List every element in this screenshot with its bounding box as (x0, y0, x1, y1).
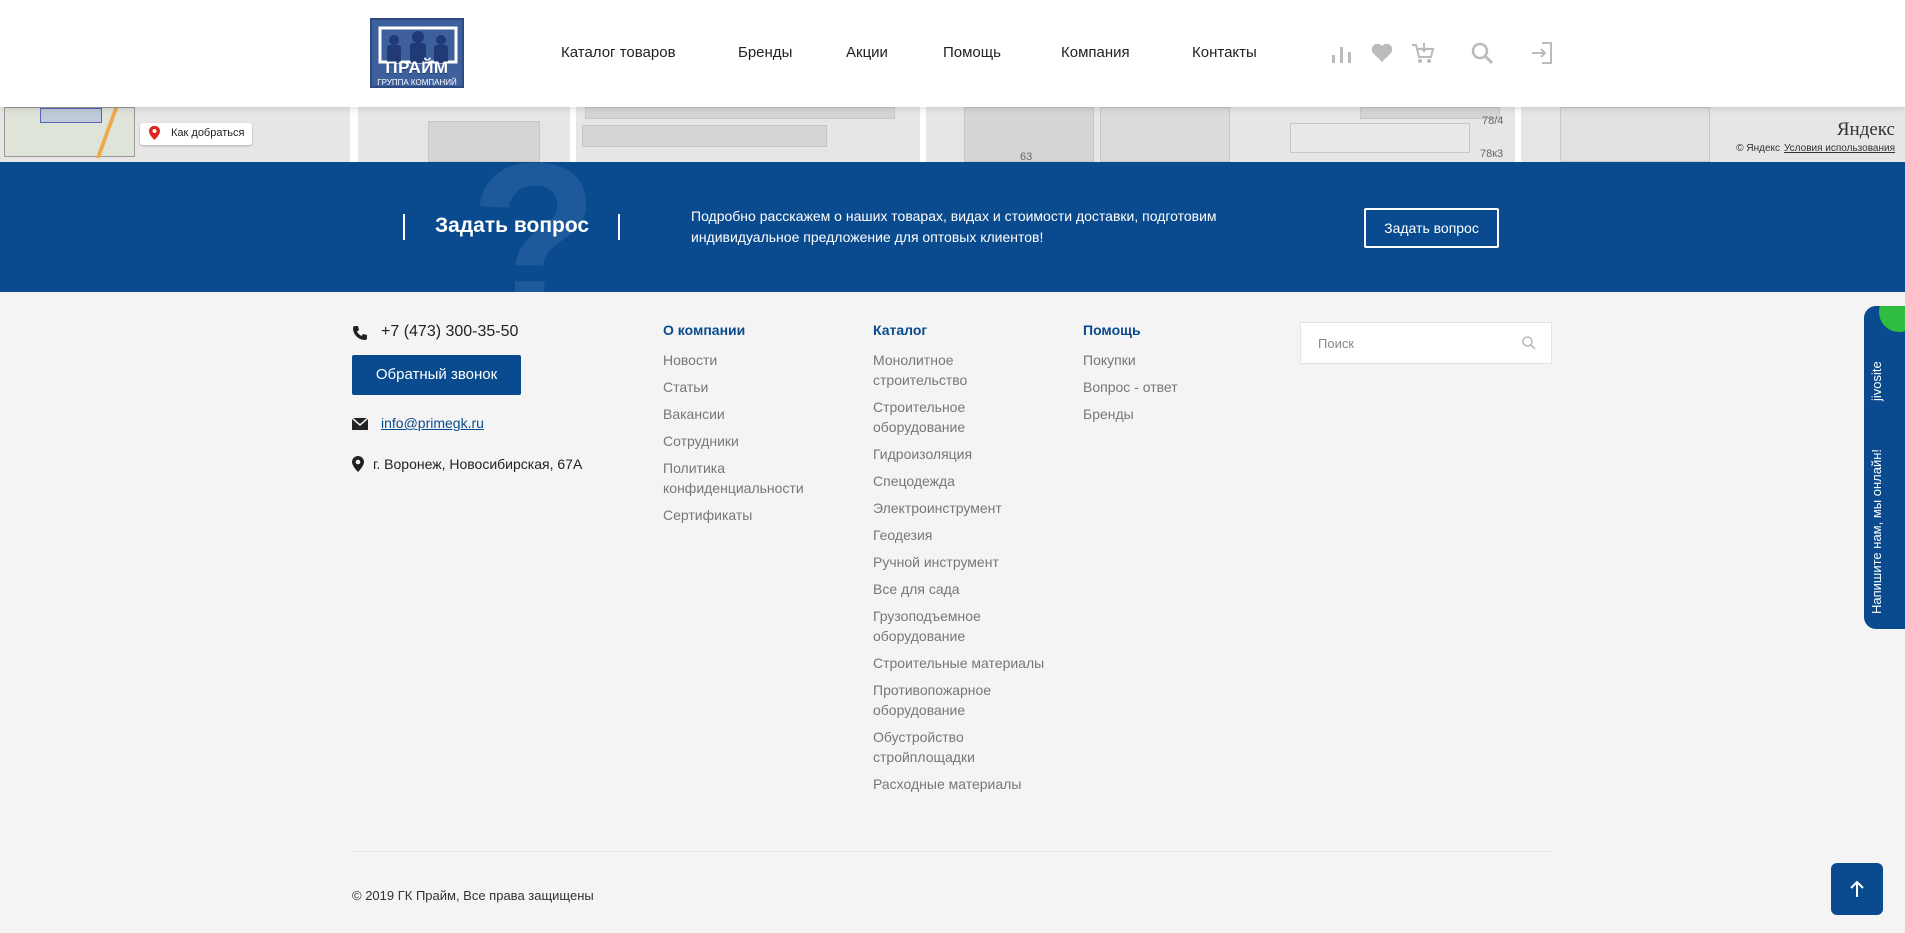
login-icon[interactable] (1529, 40, 1555, 66)
yandex-logo[interactable]: Яндекс (1837, 119, 1895, 141)
footer-link[interactable]: Статьи (663, 377, 833, 397)
phone-number: +7 (473) 300-35-50 (381, 323, 519, 340)
ask-title: Задать вопрос (435, 214, 590, 237)
footer-link[interactable]: Сертификаты (663, 505, 833, 525)
map-copyright: © Яндекс Условия использования (1736, 143, 1895, 154)
nav-sales[interactable]: Акции (846, 44, 888, 61)
logo-subtitle: ГРУППА КОМПАНИЙ (377, 78, 457, 87)
footer-col-title: Каталог (873, 322, 928, 338)
footer-col-title: О компании (663, 322, 746, 338)
footer-link[interactable]: Строительные материалы (873, 653, 1058, 673)
map-label: 78/4 (1482, 115, 1504, 127)
map-label: 63 (1020, 151, 1033, 162)
map-strip[interactable]: Как добраться 78/4 78к3 63 Яндекс © Янде… (0, 107, 1905, 162)
logo-brand: ПРАЙМ (385, 58, 449, 77)
footer-col-help: Помощь Покупки Вопрос - ответ Бренды (1083, 322, 1253, 431)
ask-question-button[interactable]: Задать вопрос (1364, 208, 1499, 248)
footer-link[interactable]: Сотрудники (663, 431, 833, 451)
footer-col-company: О компании Новости Статьи Вакансии Сотру… (663, 322, 833, 532)
route-button[interactable]: Как добраться (140, 123, 252, 145)
terms-link[interactable]: Условия использования (1784, 143, 1895, 154)
jivo-brand: jivosite (1869, 361, 1884, 401)
divider (618, 214, 620, 240)
copyright: © 2019 ГК Прайм, Все права защищены (352, 888, 594, 903)
ask-description: Подробно расскажем о наших товарах, вида… (691, 208, 1217, 245)
divider (403, 214, 405, 240)
footer-link[interactable]: Ручной инструмент (873, 552, 1058, 572)
envelope-icon (352, 418, 368, 430)
map-pin-icon (149, 126, 160, 140)
route-label: Как добраться (171, 127, 245, 139)
phone-icon (353, 326, 367, 340)
footer-link[interactable]: Монолитное строительство (873, 350, 993, 390)
jivosite-chat-widget[interactable]: jivosite Напишите нам, мы онлайн! (1864, 306, 1905, 629)
scroll-to-top-button[interactable] (1831, 863, 1883, 915)
footer-link[interactable]: Политика конфиденциальности (663, 458, 833, 498)
search-icon[interactable] (1469, 40, 1495, 66)
footer-col-title: Помощь (1083, 322, 1141, 338)
footer-search (1300, 322, 1552, 364)
arrow-up-icon (1850, 880, 1864, 897)
footer-link[interactable]: Электроинструмент (873, 498, 1058, 518)
footer-link[interactable]: Геодезия (873, 525, 1058, 545)
map-label: 78к3 (1480, 148, 1504, 160)
jivo-text: Напишите нам, мы онлайн! (1869, 448, 1884, 614)
location-pin-icon (352, 456, 364, 472)
callback-button[interactable]: Обратный звонок (352, 355, 521, 395)
cart-icon[interactable] (1410, 40, 1436, 66)
footer-link[interactable]: Расходные материалы (873, 774, 1058, 794)
footer-search-input[interactable] (1301, 323, 1511, 363)
logo[interactable]: ПРАЙМ ГРУППА КОМПАНИЙ (370, 18, 464, 88)
footer-link[interactable]: Новости (663, 350, 833, 370)
footer-link[interactable]: Противопожарное оборудование (873, 680, 1003, 720)
email-link[interactable]: info@primegk.ru (381, 415, 484, 431)
site-header: ПРАЙМ ГРУППА КОМПАНИЙ Каталог товаров Бр… (0, 0, 1905, 107)
footer-col-catalog: Каталог Монолитное строительство Строите… (873, 322, 1058, 801)
footer-link[interactable]: Покупки (1083, 350, 1253, 370)
map-copyright-text: © Яндекс (1736, 143, 1780, 154)
minimap[interactable] (4, 107, 135, 158)
search-icon[interactable] (1521, 335, 1537, 351)
nav-catalog[interactable]: Каталог товаров (561, 44, 676, 61)
footer-link[interactable]: Обустройство стройплощадки (873, 727, 1003, 767)
ask-question-banner: ? Задать вопрос Подробно расскажем о наш… (0, 162, 1905, 292)
footer-link[interactable]: Спецодежда (873, 471, 1058, 491)
heart-icon[interactable] (1369, 40, 1395, 66)
address-text: г. Воронеж, Новосибирская, 67А (373, 456, 583, 472)
footer-divider (352, 851, 1552, 852)
footer-link[interactable]: Грузоподъемное оборудование (873, 606, 1003, 646)
nav-brands[interactable]: Бренды (738, 44, 792, 61)
footer-link[interactable]: Гидроизоляция (873, 444, 1058, 464)
footer-link[interactable]: Бренды (1083, 404, 1253, 424)
nav-company[interactable]: Компания (1061, 44, 1130, 61)
footer-link[interactable]: Строительное оборудование (873, 397, 993, 437)
nav-help[interactable]: Помощь (943, 44, 1001, 61)
online-indicator (1879, 306, 1905, 332)
footer-link[interactable]: Вопрос - ответ (1083, 377, 1253, 397)
nav-contacts[interactable]: Контакты (1192, 44, 1257, 61)
footer-link[interactable]: Вакансии (663, 404, 833, 424)
compare-icon[interactable] (1329, 40, 1355, 66)
footer-link[interactable]: Все для сада (873, 579, 1058, 599)
